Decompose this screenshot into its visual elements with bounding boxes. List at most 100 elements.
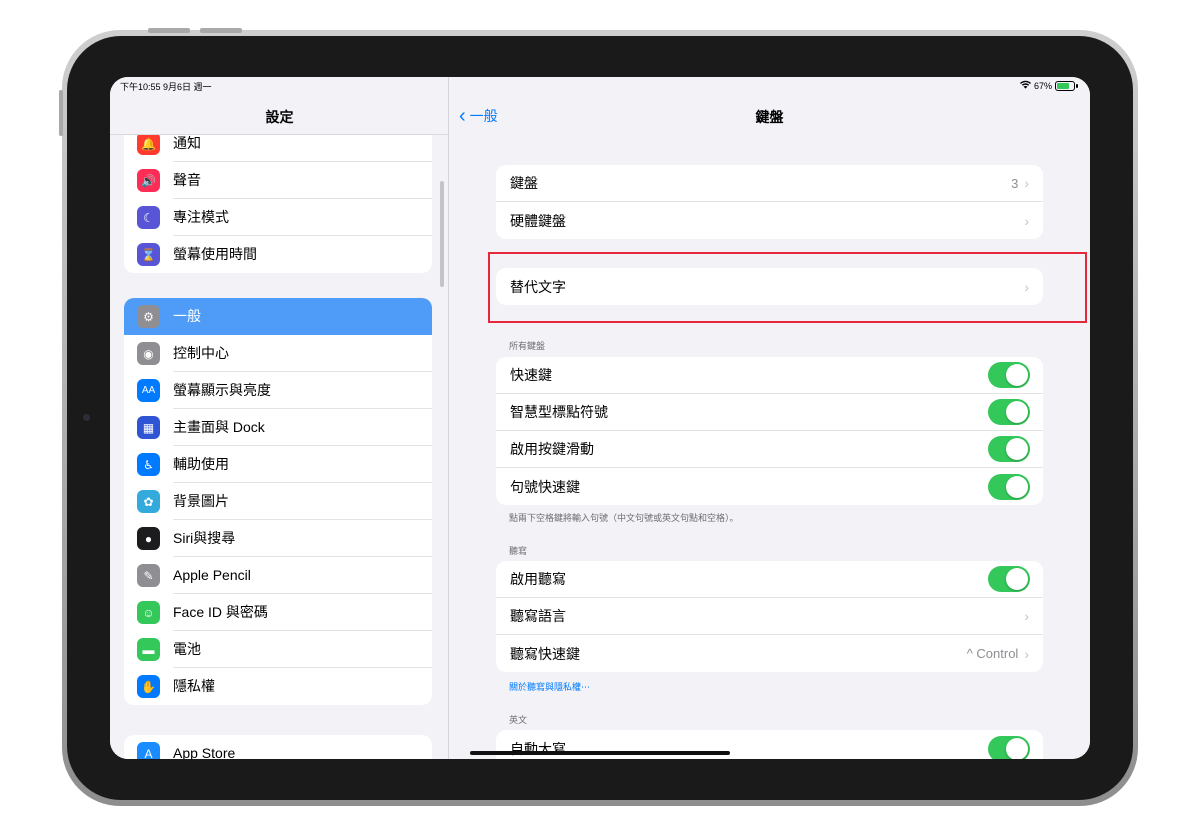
hardware-keyboard-row[interactable]: 硬體鍵盤 › [496,202,1043,239]
sidebar-item-label: 背景圖片 [173,483,432,520]
top-button [59,90,63,136]
sidebar-group-notifications: 🔔 通知 🔊 聲音 ☾ 專注模式 ⌛ 螢幕使用時間 [124,125,432,273]
appstore-icon: A [137,742,160,759]
pencil-icon: ✎ [137,564,160,587]
sidebar-item[interactable]: ✿ 背景圖片 [124,483,432,520]
dictation-shortcut-label: 聽寫快速鍵 [510,645,580,662]
battery-cap [1076,83,1078,88]
accessibility-icon: ♿ [137,453,160,476]
sidebar-item[interactable]: ✎ Apple Pencil [124,557,432,594]
sidebar-item-label: 控制中心 [173,335,432,372]
enable-dictation-label: 啟用聽寫 [510,571,566,587]
screen: 下午10:55 9月6日 週一 67% 🔔 通知 🔊 聲音 ☾ 專注模式 ⌛ 螢幕使用時間 ⚙… [110,77,1090,759]
chevron-right-icon: › [1024,608,1029,624]
settings-sidebar: 🔔 通知 🔊 聲音 ☾ 專注模式 ⌛ 螢幕使用時間 ⚙ 一般 ◉ 控制中心 AA 螢幕顯示與亮度 ▦ 主畫面… [110,77,449,759]
dictation-shortcut-value: ^ Control [966,646,1019,661]
keyboards-count: 3 [1011,175,1019,191]
bell-icon: 🔔 [137,132,160,155]
home-indicator[interactable] [470,751,730,755]
dictation-header: 聽寫 [509,546,528,556]
sidebar-item[interactable]: ☺ Face ID 與密碼 [124,594,432,631]
gear-icon: ⚙ [137,305,160,328]
page-title: 鍵盤 [755,109,784,125]
sidebar-item-label: 隱私權 [173,678,215,694]
keyboards-label: 鍵盤 [510,175,538,191]
sidebar-group-store: A App Store [124,735,432,759]
keyboard-setting-label: 啟用按鍵滑動 [510,441,594,457]
sidebar-item[interactable]: ☾ 專注模式 [124,199,432,236]
sidebar-item-label: 聲音 [173,162,432,199]
toggles-icon: ◉ [137,342,160,365]
dictation-language-row[interactable]: 聽寫語言 › [496,598,1043,635]
front-camera [83,414,90,421]
sidebar-item-label: Apple Pencil [173,557,432,594]
keyboards-group: 鍵盤 3 › 硬體鍵盤 › [496,165,1043,239]
setting-toggle[interactable] [988,436,1030,462]
sidebar-item[interactable]: ▬ 電池 [124,631,432,668]
keyboard-detail-pane: ‹ 一般 鍵盤 鍵盤 3 › 硬體鍵盤 › 替代文字 › 所有鍵盤 快速鍵 智慧型… [449,77,1090,759]
keyboard-setting-row: 快速鍵 [496,357,1043,394]
keyboard-setting-label: 快速鍵 [510,367,552,383]
enable-dictation-toggle[interactable] [988,566,1030,592]
sidebar-item[interactable]: ▦ 主畫面與 Dock [124,409,432,446]
sidebar-item-label: Face ID 與密碼 [173,594,432,631]
battery-icon: ▬ [137,638,160,661]
flower-icon: ✿ [137,490,160,513]
battery-icon [1055,80,1075,91]
sidebar-item[interactable]: ◉ 控制中心 [124,335,432,372]
dictation-privacy-link[interactable]: 關於聽寫與隱私權⋯ [509,680,590,693]
setting-toggle[interactable] [988,473,1030,500]
battery-percent: 67% [1033,80,1052,91]
english-header: 英文 [509,715,528,725]
all-keyboards-group: 快速鍵智慧型標點符號啟用按鍵滑動 句號快速鍵 [496,357,1043,505]
keyboard-setting-row: 啟用按鍵滑動 [496,431,1043,468]
keyboards-row[interactable]: 鍵盤 3 › [496,165,1043,202]
sidebar-item[interactable]: ● Siri與搜尋 [124,520,432,557]
sidebar-item-label: 專注模式 [173,199,432,236]
sidebar-item-label: 輔助使用 [173,446,432,483]
sidebar-title: 設定 [265,109,294,125]
hardware-keyboard-label: 硬體鍵盤 [510,212,566,229]
sidebar-item[interactable]: A App Store [124,735,432,759]
sidebar-item-label: 螢幕顯示與亮度 [173,372,432,409]
setting-toggle[interactable] [988,362,1030,388]
sidebar-item-label: 主畫面與 Dock [173,409,432,446]
sidebar-item[interactable]: ✋ 隱私權 [124,668,432,705]
sidebar-item-label: 電池 [173,631,432,668]
sidebar-group-general: ⚙ 一般 ◉ 控制中心 AA 螢幕顯示與亮度 ▦ 主畫面與 Dock ♿ 輔助使用 ✿ 背景圖片 ● Si… [124,298,432,705]
enable-dictation-row: 啟用聽寫 [496,561,1043,598]
status-bar: 下午10:55 9月6日 週一 67% [110,77,1090,93]
sidebar-item[interactable]: AA 螢幕顯示與亮度 [124,372,432,409]
chevron-right-icon: › [1024,212,1029,229]
dictation-language-label: 聽寫語言 [510,608,566,624]
hand-icon: ✋ [137,675,160,698]
sidebar-item-label: 一般 [173,308,201,324]
auto-capitalization-toggle[interactable] [988,735,1030,759]
period-shortcut-note: 點兩下空格鍵將輸入句號（中文句號或英文句點和空格）。 [509,513,739,523]
keyboard-setting-row: 句號快速鍵 [496,468,1043,505]
setting-toggle[interactable] [988,399,1030,425]
sidebar-item-label: 螢幕使用時間 [173,246,257,262]
keyboard-setting-row: 智慧型標點符號 [496,394,1043,431]
dictation-group: 啟用聽寫 聽寫語言 › 聽寫快速鍵 ^ Control › [496,561,1043,672]
volume-down-button [200,28,242,33]
dictation-shortcut-row[interactable]: 聽寫快速鍵 ^ Control › [496,635,1043,672]
speaker-icon: 🔊 [137,169,160,192]
status-right: 67% [1019,80,1078,91]
sidebar-scrollbar[interactable] [440,181,444,287]
hourglass-icon: ⌛ [137,243,160,266]
grid-icon: ▦ [137,416,160,439]
sidebar-item-label: Siri與搜尋 [173,520,432,557]
sidebar-item-label: App Store [173,745,236,759]
auto-capitalization-label: 自動大寫 [510,740,566,757]
keyboard-setting-label: 句號快速鍵 [510,478,580,495]
sidebar-item[interactable]: ⚙ 一般 [124,298,432,335]
wifi-icon [1019,80,1031,91]
highlight-annotation [488,252,1087,323]
sidebar-item[interactable]: 🔊 聲音 [124,162,432,199]
sidebar-item[interactable]: ⌛ 螢幕使用時間 [124,236,432,273]
sidebar-item[interactable]: ♿ 輔助使用 [124,446,432,483]
siri-icon: ● [137,527,160,550]
faceid-icon: ☺ [137,601,160,624]
volume-up-button [148,28,190,33]
